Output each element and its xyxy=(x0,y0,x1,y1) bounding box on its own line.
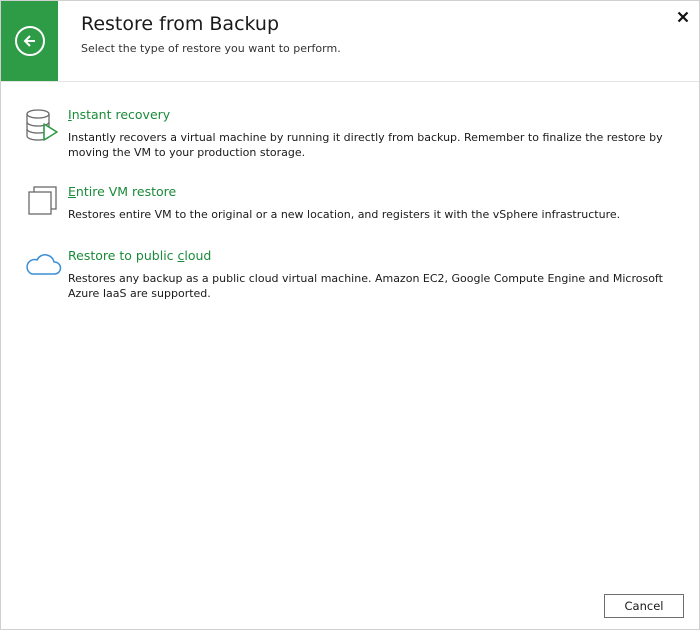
close-button[interactable] xyxy=(675,9,691,25)
option-description: Restores entire VM to the original or a … xyxy=(68,208,621,221)
option-description: Instantly recovers a virtual machine by … xyxy=(68,131,663,159)
option-entire-vm-restore[interactable]: Entire VM restore Restores entire VM to … xyxy=(23,184,673,224)
vm-copy-icon xyxy=(28,186,57,215)
cloud-icon xyxy=(26,254,62,275)
back-arrow-icon xyxy=(14,26,45,56)
cancel-button[interactable]: Cancel xyxy=(604,594,684,618)
page-title: Restore from Backup xyxy=(81,13,280,35)
close-icon xyxy=(677,11,689,23)
option-description: Restores any backup as a public cloud vi… xyxy=(68,272,663,300)
option-restore-to-public-cloud[interactable]: Restore to public cloud Restores any bac… xyxy=(23,248,673,304)
page-subtitle: Select the type of restore you want to p… xyxy=(81,42,341,55)
option-title[interactable]: Instant recovery xyxy=(68,107,170,122)
header-divider xyxy=(1,81,699,82)
back-button[interactable] xyxy=(1,1,58,81)
option-title[interactable]: Restore to public cloud xyxy=(68,248,211,263)
option-title[interactable]: Entire VM restore xyxy=(68,184,176,199)
option-instant-recovery[interactable]: Instant recovery Instantly recovers a vi… xyxy=(23,107,673,163)
restore-wizard-window: Restore from Backup Select the type of r… xyxy=(0,0,700,630)
database-play-icon xyxy=(26,109,58,141)
